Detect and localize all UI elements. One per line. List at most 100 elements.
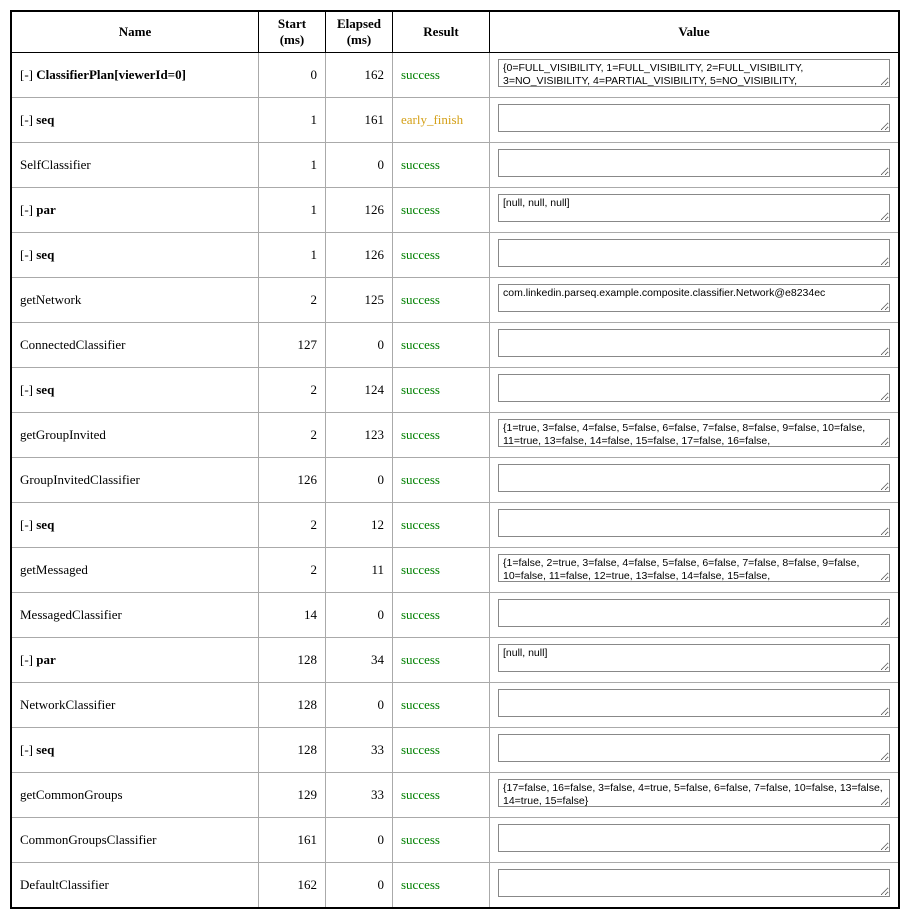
value-textarea[interactable]: {1=false, 2=true, 3=false, 4=false, 5=fa… [498, 554, 890, 582]
value-textarea[interactable] [498, 239, 890, 267]
value-cell [490, 683, 900, 728]
value-textarea[interactable] [498, 689, 890, 717]
table-row: DefaultClassifier1620success [11, 863, 899, 909]
header-row: Name Start (ms) Elapsed (ms) Result Valu… [11, 11, 899, 53]
collapse-toggle[interactable]: [-] [20, 742, 33, 757]
value-textarea[interactable] [498, 374, 890, 402]
collapse-toggle[interactable]: [-] [20, 112, 33, 127]
value-textarea[interactable] [498, 599, 890, 627]
value-textarea[interactable]: [null, null, null] [498, 194, 890, 222]
task-name: seq [36, 517, 54, 532]
start-cell: 1 [259, 98, 326, 143]
header-value: Value [490, 11, 900, 53]
elapsed-cell: 125 [326, 278, 393, 323]
value-cell: [null, null, null] [490, 188, 900, 233]
elapsed-cell: 0 [326, 863, 393, 909]
table-row: [-] ClassifierPlan[viewerId=0]0162succes… [11, 53, 899, 98]
result-cell: success [393, 863, 490, 909]
value-cell [490, 98, 900, 143]
name-cell: [-] seq [11, 98, 259, 143]
collapse-toggle[interactable]: [-] [20, 67, 33, 82]
name-cell: getGroupInvited [11, 413, 259, 458]
collapse-toggle[interactable]: [-] [20, 382, 33, 397]
value-textarea[interactable]: {0=FULL_VISIBILITY, 1=FULL_VISIBILITY, 2… [498, 59, 890, 87]
elapsed-cell: 33 [326, 773, 393, 818]
table-row: getGroupInvited2123success{1=true, 3=fal… [11, 413, 899, 458]
name-cell: getNetwork [11, 278, 259, 323]
value-cell: {0=FULL_VISIBILITY, 1=FULL_VISIBILITY, 2… [490, 53, 900, 98]
result-cell: success [393, 278, 490, 323]
name-cell: DefaultClassifier [11, 863, 259, 909]
elapsed-cell: 0 [326, 683, 393, 728]
value-textarea[interactable] [498, 149, 890, 177]
name-cell: MessagedClassifier [11, 593, 259, 638]
value-textarea[interactable] [498, 104, 890, 132]
result-cell: success [393, 548, 490, 593]
elapsed-cell: 123 [326, 413, 393, 458]
value-textarea[interactable] [498, 734, 890, 762]
header-start: Start (ms) [259, 11, 326, 53]
start-cell: 14 [259, 593, 326, 638]
result-cell: success [393, 188, 490, 233]
value-textarea[interactable] [498, 464, 890, 492]
value-textarea[interactable]: [null, null] [498, 644, 890, 672]
value-textarea[interactable] [498, 509, 890, 537]
task-name: CommonGroupsClassifier [20, 832, 157, 847]
start-cell: 0 [259, 53, 326, 98]
task-name: ConnectedClassifier [20, 337, 125, 352]
value-cell: [null, null] [490, 638, 900, 683]
task-name: DefaultClassifier [20, 877, 109, 892]
value-textarea[interactable] [498, 869, 890, 897]
table-row: ConnectedClassifier1270success [11, 323, 899, 368]
result-cell: success [393, 323, 490, 368]
name-cell: [-] seq [11, 368, 259, 413]
value-cell [490, 143, 900, 188]
value-textarea[interactable]: {17=false, 16=false, 3=false, 4=true, 5=… [498, 779, 890, 807]
start-cell: 2 [259, 368, 326, 413]
start-cell: 128 [259, 728, 326, 773]
table-row: MessagedClassifier140success [11, 593, 899, 638]
start-cell: 2 [259, 413, 326, 458]
value-cell [490, 593, 900, 638]
result-cell: success [393, 143, 490, 188]
value-cell [490, 233, 900, 278]
result-cell: success [393, 503, 490, 548]
table-row: [-] seq2124success [11, 368, 899, 413]
elapsed-cell: 126 [326, 233, 393, 278]
table-row: [-] seq1126success [11, 233, 899, 278]
value-textarea[interactable]: {1=true, 3=false, 4=false, 5=false, 6=fa… [498, 419, 890, 447]
start-cell: 1 [259, 233, 326, 278]
table-row: [-] par1126success[null, null, null] [11, 188, 899, 233]
start-cell: 2 [259, 548, 326, 593]
table-row: getMessaged211success{1=false, 2=true, 3… [11, 548, 899, 593]
task-name: NetworkClassifier [20, 697, 115, 712]
value-cell [490, 728, 900, 773]
task-name: seq [36, 382, 54, 397]
table-row: CommonGroupsClassifier1610success [11, 818, 899, 863]
task-name: seq [36, 247, 54, 262]
elapsed-cell: 0 [326, 458, 393, 503]
value-cell: com.linkedin.parseq.example.composite.cl… [490, 278, 900, 323]
collapse-toggle[interactable]: [-] [20, 202, 33, 217]
result-cell: success [393, 593, 490, 638]
result-cell: success [393, 773, 490, 818]
collapse-toggle[interactable]: [-] [20, 517, 33, 532]
task-name: getGroupInvited [20, 427, 106, 442]
value-textarea[interactable] [498, 329, 890, 357]
elapsed-cell: 0 [326, 323, 393, 368]
value-cell: {1=true, 3=false, 4=false, 5=false, 6=fa… [490, 413, 900, 458]
collapse-toggle[interactable]: [-] [20, 652, 33, 667]
collapse-toggle[interactable]: [-] [20, 247, 33, 262]
value-textarea[interactable] [498, 824, 890, 852]
start-cell: 1 [259, 143, 326, 188]
start-cell: 129 [259, 773, 326, 818]
name-cell: getMessaged [11, 548, 259, 593]
value-cell: {1=false, 2=true, 3=false, 4=false, 5=fa… [490, 548, 900, 593]
value-cell: {17=false, 16=false, 3=false, 4=true, 5=… [490, 773, 900, 818]
table-row: [-] seq212success [11, 503, 899, 548]
start-cell: 128 [259, 683, 326, 728]
name-cell: [-] seq [11, 503, 259, 548]
task-name: getNetwork [20, 292, 81, 307]
value-textarea[interactable]: com.linkedin.parseq.example.composite.cl… [498, 284, 890, 312]
start-cell: 161 [259, 818, 326, 863]
